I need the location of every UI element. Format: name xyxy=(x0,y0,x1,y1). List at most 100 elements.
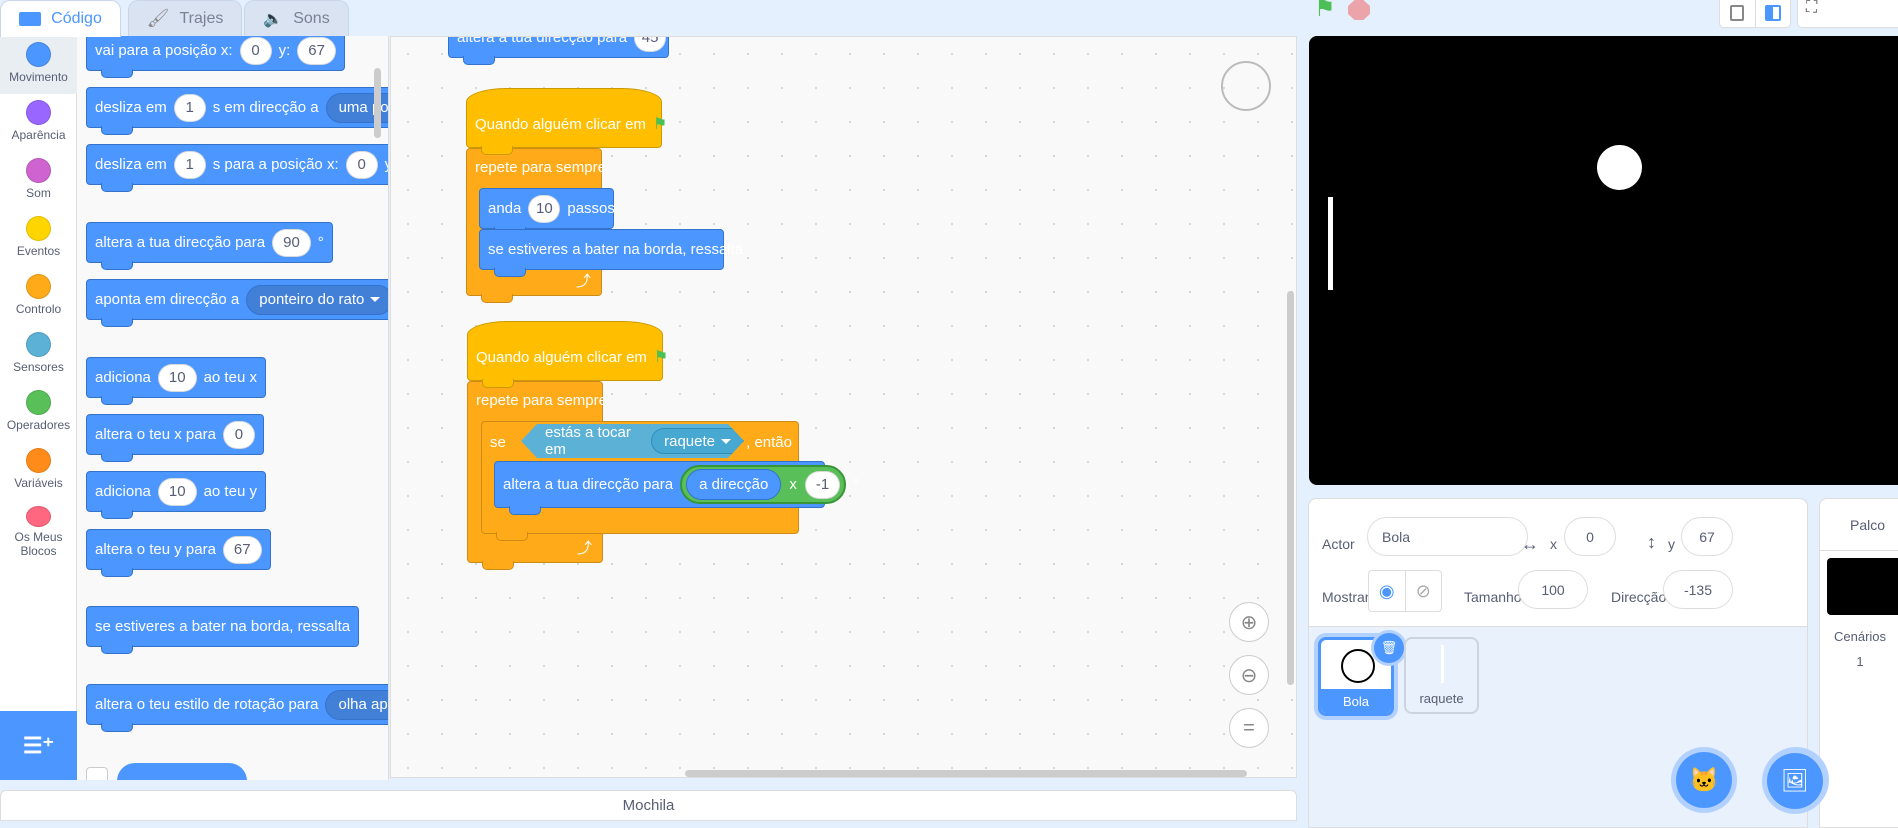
checkbox[interactable] xyxy=(86,767,108,780)
show-button[interactable]: ◉ xyxy=(1369,571,1406,611)
caret-down-icon xyxy=(721,439,731,444)
value-input[interactable]: 0 xyxy=(239,36,272,65)
extension-icon: ☰⁺ xyxy=(22,732,55,758)
sprite-tile-raquete[interactable]: raquete xyxy=(1404,637,1479,714)
bounce-block[interactable]: se estiveres a bater na borda, ressalta xyxy=(479,229,743,277)
category-sensores[interactable]: Sensores xyxy=(0,326,77,384)
fullscreen-button[interactable]: ⛶ xyxy=(1797,0,1898,28)
direction-input[interactable]: -135 xyxy=(1663,570,1733,609)
value-input[interactable]: 10 xyxy=(157,477,197,506)
block-text: s para a posição x: xyxy=(212,156,339,173)
ball-sprite[interactable] xyxy=(1597,145,1642,190)
tab-code[interactable]: Código xyxy=(0,0,121,37)
zoom-in-button[interactable]: ⊕ xyxy=(1229,602,1269,642)
palette-block[interactable]: se estiveres a bater na borda, ressalta xyxy=(86,606,360,654)
block-text: y: xyxy=(385,156,388,173)
value-input[interactable]: 67 xyxy=(222,535,262,564)
zoom-out-button[interactable]: ⊖ xyxy=(1229,655,1269,695)
palette-block[interactable]: desliza em 1 s em direcção a uma posição xyxy=(86,87,388,135)
stage-canvas[interactable] xyxy=(1309,36,1898,485)
palette-block[interactable]: altera o teu estilo de rotação para olha … xyxy=(86,684,388,732)
palette-block[interactable]: adiciona 10 ao teu y xyxy=(86,471,266,519)
when-flag-clicked-block[interactable]: Quando alguém clicar em ⚑ xyxy=(466,88,667,155)
reporter-block[interactable] xyxy=(117,763,247,780)
touching-condition-block[interactable]: estás a tocar em raquete xyxy=(521,424,744,458)
palette-block[interactable]: altera o teu y para 67 xyxy=(86,529,271,577)
backpack-bar[interactable]: Mochila xyxy=(0,790,1297,821)
palette-block[interactable]: altera o teu x para 0 xyxy=(86,414,264,462)
script-area[interactable]: altera a tua direcção para 45 repete par… xyxy=(390,36,1297,778)
add-extension-button[interactable]: ☰⁺ xyxy=(0,711,77,780)
block-text: passos xyxy=(567,200,615,217)
category-label: Eventos xyxy=(16,244,61,258)
stop-button[interactable] xyxy=(1348,0,1370,20)
category-eventos[interactable]: Eventos xyxy=(0,210,77,268)
palette-block[interactable]: desliza em 1 s para a posição x: 0 y: xyxy=(86,144,388,192)
palette-block[interactable]: adiciona 10 ao teu x xyxy=(86,357,266,405)
category-movimento[interactable]: Movimento xyxy=(0,36,77,94)
set-direction-block[interactable]: altera a tua direcção para 45 xyxy=(448,36,669,65)
dropdown[interactable]: olha apenas xyxy=(325,689,388,720)
x-input[interactable]: 0 xyxy=(1564,517,1616,556)
block-text: Quando alguém clicar em xyxy=(476,348,647,366)
cat-plus-icon: 🐱 xyxy=(1689,766,1719,794)
value-input[interactable]: 0 xyxy=(345,150,378,179)
delete-sprite-button[interactable]: 🗑 xyxy=(1374,633,1404,663)
direction-reporter[interactable]: a direcção xyxy=(686,469,782,500)
value-input[interactable]: 45 xyxy=(634,37,667,52)
backdrops-label: Cenários xyxy=(1833,629,1887,644)
value-input[interactable]: 67 xyxy=(297,36,336,65)
block-text: repete para sempre xyxy=(475,159,606,176)
actor-name-input[interactable]: Bola xyxy=(1367,517,1528,556)
vertical-scrollbar[interactable] xyxy=(1287,291,1294,685)
y-input[interactable]: 67 xyxy=(1681,517,1733,556)
factor-input[interactable]: -1 xyxy=(804,470,841,499)
tab-costumes[interactable]: 🖌 Trajes xyxy=(128,0,242,36)
caret-down-icon xyxy=(370,297,381,302)
value-input[interactable]: 1 xyxy=(173,150,206,179)
input-value: 0 xyxy=(1586,528,1594,545)
palette-block[interactable]: vai para a posição x: 0 y: 67 xyxy=(86,36,345,78)
palette-block[interactable]: aponta em direcção a ponteiro do rato xyxy=(86,279,388,327)
block-text: altera o teu x para xyxy=(95,426,216,443)
add-sprite-button[interactable]: 🐱 xyxy=(1676,752,1732,808)
hide-button[interactable]: ⊘ xyxy=(1406,571,1442,611)
category-operadores[interactable]: Operadores xyxy=(0,384,77,442)
category-aparência[interactable]: Aparência xyxy=(0,94,77,152)
category-controlo[interactable]: Controlo xyxy=(0,268,77,326)
zoom-reset-button[interactable]: = xyxy=(1229,708,1269,748)
value-input[interactable]: 0 xyxy=(222,420,255,449)
dropdown[interactable]: ponteiro do rato xyxy=(246,284,388,315)
small-stage-button[interactable] xyxy=(1720,0,1756,27)
brush-icon: 🖌 xyxy=(146,8,170,28)
paddle-sprite[interactable] xyxy=(1328,197,1333,290)
multiply-operator-block[interactable]: a direcção x -1 xyxy=(680,465,847,504)
category-som[interactable]: Som xyxy=(0,152,77,210)
touch-target-dropdown[interactable]: raquete xyxy=(651,428,744,454)
palette-scrollbar[interactable] xyxy=(374,68,381,138)
category-variáveis[interactable]: Variáveis xyxy=(0,442,77,500)
stage-selector[interactable]: Palco Cenários 1 xyxy=(1768,498,1898,828)
horizontal-scrollbar[interactable] xyxy=(685,770,1247,777)
when-flag-clicked-block[interactable]: Quando alguém clicar em ⚑ xyxy=(467,321,668,388)
block-text: ao teu y xyxy=(203,483,257,500)
set-direction-block[interactable]: altera a tua direcção para a direcção x … xyxy=(494,461,859,515)
size-input[interactable]: 100 xyxy=(1518,570,1588,609)
add-backdrop-button-face[interactable]: 🖼 xyxy=(1767,753,1823,809)
green-flag-button[interactable]: ⚑ xyxy=(1314,0,1338,21)
dropdown-value: raquete xyxy=(664,432,715,450)
value-input[interactable]: 10 xyxy=(157,363,197,392)
value-input[interactable]: 1 xyxy=(173,93,206,122)
category-dot-icon xyxy=(26,506,51,527)
normal-stage-button[interactable] xyxy=(1756,0,1791,27)
palette-block[interactable]: altera a tua direcção para 90 ° xyxy=(86,222,333,270)
sprite-info-panel: Actor Bola ↔ x 0 ↕ y 67 Mostrar ◉ ⊘ Tama… xyxy=(1308,498,1808,828)
small-stage-icon xyxy=(1730,5,1745,21)
move-block[interactable]: anda 10 passos xyxy=(479,188,615,236)
tab-sounds[interactable]: 🔈 Sons xyxy=(244,0,349,36)
block-text: altera a tua direcção para xyxy=(457,36,628,46)
category-os-meus-blocos[interactable]: Os Meus Blocos xyxy=(0,500,77,558)
steps-input[interactable]: 10 xyxy=(528,194,561,223)
value-input[interactable]: 90 xyxy=(272,228,311,257)
block-text: vai para a posição x: xyxy=(95,42,233,59)
